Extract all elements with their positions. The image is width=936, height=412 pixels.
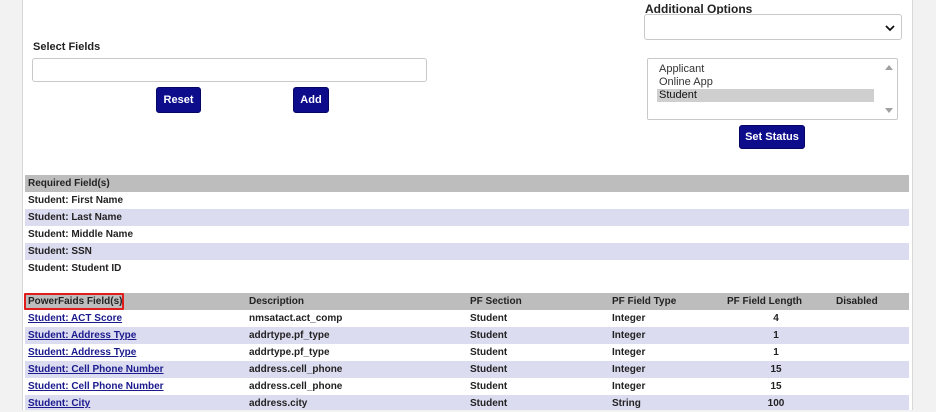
additional-options-select[interactable] (644, 14, 902, 40)
field-link[interactable]: Student: Address Type (28, 344, 136, 361)
required-field-name: Student: Student ID (28, 263, 122, 274)
type-cell: Integer (612, 347, 646, 358)
type-cell: Integer (612, 313, 646, 324)
field-link[interactable]: Student: ACT Score (28, 310, 122, 327)
required-field-name: Student: SSN (28, 246, 92, 257)
status-option-online-app[interactable]: Online App (657, 76, 874, 89)
reset-button[interactable]: Reset (156, 87, 201, 113)
section-cell: Student (470, 398, 508, 409)
powerfaids-row: Student: City address.city Student Strin… (25, 395, 909, 410)
length-cell: 1 (773, 330, 779, 341)
length-cell: 1 (773, 347, 779, 358)
required-field-row: Student: Student ID (25, 260, 909, 277)
scroll-up-arrow-icon[interactable] (885, 65, 893, 70)
field-link[interactable]: Student: Cell Phone Number (28, 361, 164, 378)
field-link[interactable]: Student: Cell Phone Number (28, 378, 164, 395)
add-button[interactable]: Add (293, 87, 329, 113)
select-fields-label: Select Fields (33, 41, 101, 53)
type-cell: Integer (612, 364, 646, 375)
section-cell: Student (470, 364, 508, 375)
col-header-disabled: Disabled (836, 296, 878, 307)
highlight-annotation (24, 293, 124, 310)
set-status-button[interactable]: Set Status (739, 125, 805, 149)
col-header-section: PF Section (470, 296, 522, 307)
powerfaids-row: Student: Cell Phone Number address.cell_… (25, 361, 909, 378)
length-cell: 15 (770, 364, 782, 375)
section-cell: Student (470, 313, 508, 324)
description-cell: nmsatact.act_comp (249, 313, 343, 324)
powerfaids-row: Student: ACT Score nmsatact.act_comp Stu… (25, 310, 909, 327)
powerfaids-row: Student: Cell Phone Number address.cell_… (25, 378, 909, 395)
field-link[interactable]: Student: Address Type (28, 327, 136, 344)
required-field-name: Student: Last Name (28, 212, 122, 223)
description-cell: address.cell_phone (249, 381, 343, 392)
status-listbox[interactable]: Applicant Online App Student (647, 58, 898, 120)
description-cell: address.cell_phone (249, 364, 343, 375)
description-cell: address.city (249, 398, 308, 409)
type-cell: String (612, 398, 641, 409)
section-cell: Student (470, 330, 508, 341)
select-fields-input[interactable] (32, 58, 427, 82)
required-field-name: Student: Middle Name (28, 229, 134, 240)
required-field-row: Student: Last Name (25, 209, 909, 226)
powerfaids-table-header: PowerFaids Field(s) Description PF Secti… (25, 293, 909, 310)
type-cell: Integer (612, 330, 646, 341)
section-cell: Student (470, 347, 508, 358)
powerfaids-row: Student: Address Type addrtype.pf_type S… (25, 344, 909, 361)
required-fields-title: Required Field(s) (28, 178, 110, 189)
listbox-scrollbar[interactable] (881, 59, 897, 119)
length-cell: 100 (767, 398, 785, 409)
description-cell: addrtype.pf_type (249, 347, 330, 358)
required-field-row: Student: SSN (25, 243, 909, 260)
status-option-student[interactable]: Student (657, 89, 874, 102)
section-cell: Student (470, 381, 508, 392)
description-cell: addrtype.pf_type (249, 330, 330, 341)
col-header-type: PF Field Type (612, 296, 677, 307)
scroll-down-arrow-icon[interactable] (885, 108, 893, 113)
required-fields-header: Required Field(s) (25, 175, 909, 192)
type-cell: Integer (612, 381, 646, 392)
length-cell: 4 (773, 313, 779, 324)
required-field-name: Student: First Name (28, 195, 124, 206)
chevron-down-icon (885, 25, 895, 32)
field-link[interactable]: Student: City (28, 395, 90, 412)
required-field-row: Student: Middle Name (25, 226, 909, 243)
length-cell: 15 (770, 381, 782, 392)
col-header-description: Description (249, 296, 305, 307)
required-field-row: Student: First Name (25, 192, 909, 209)
powerfaids-row: Student: Address Type addrtype.pf_type S… (25, 327, 909, 344)
col-header-length: PF Field Length (727, 296, 802, 307)
status-option-applicant[interactable]: Applicant (657, 63, 874, 76)
